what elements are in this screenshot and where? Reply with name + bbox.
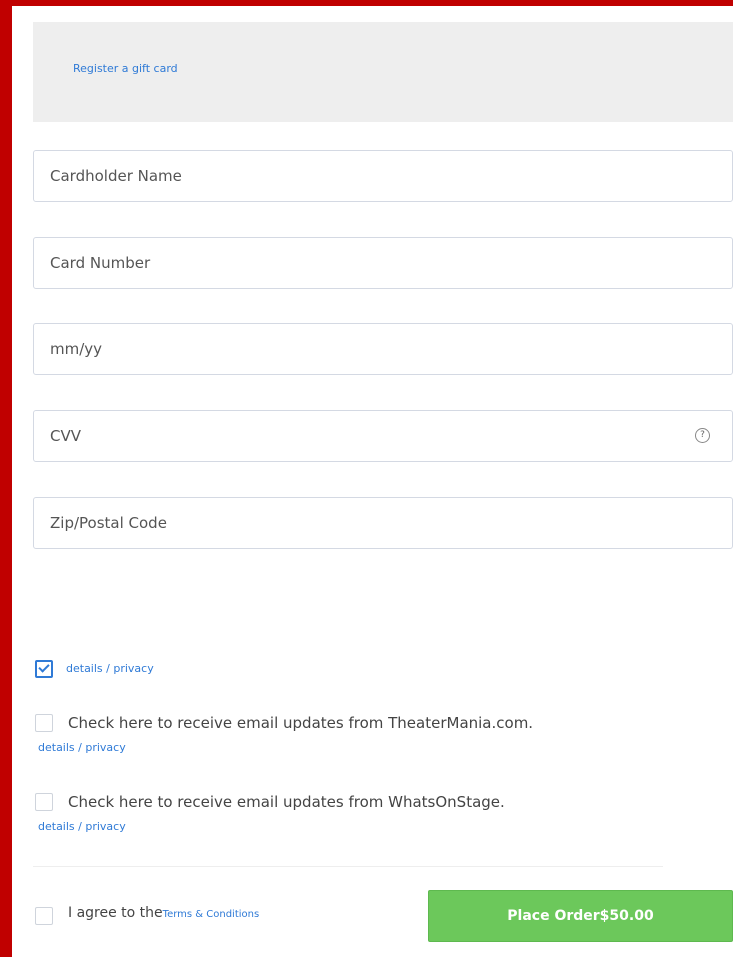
card-number-input[interactable]: [34, 238, 732, 288]
whatsonstage-email-label: Check here to receive email updates from…: [68, 793, 505, 811]
place-order-button[interactable]: Place Order$50.00: [428, 890, 733, 942]
terms-prefix: I agree to the: [68, 905, 163, 921]
page-frame: [0, 0, 733, 957]
register-gift-card-link[interactable]: Register a gift card: [73, 62, 178, 75]
whatsonstage-details-privacy-link[interactable]: details / privacy: [38, 820, 126, 833]
cardholder-name-field: [33, 150, 733, 202]
zip-input[interactable]: [34, 498, 732, 548]
expiry-input[interactable]: [34, 324, 732, 374]
terms-agreement: I agree to theTerms & Conditions: [68, 905, 259, 921]
cardholder-name-input[interactable]: [34, 151, 732, 201]
divider: [33, 866, 663, 867]
gift-card-panel: Register a gift card: [33, 22, 733, 122]
details-privacy-link[interactable]: details / privacy: [66, 662, 154, 675]
cvv-input[interactable]: [34, 411, 732, 461]
checkmark-icon: [38, 661, 50, 673]
whatsonstage-email-checkbox[interactable]: [35, 793, 53, 811]
terms-conditions-link[interactable]: Terms & Conditions: [163, 909, 260, 920]
zip-field: [33, 497, 733, 549]
card-number-field: [33, 237, 733, 289]
theatermania-email-label: Check here to receive email updates from…: [68, 714, 534, 732]
question-icon[interactable]: ?: [695, 428, 710, 443]
terms-checkbox[interactable]: [35, 907, 53, 925]
theatermania-email-checkbox[interactable]: [35, 714, 53, 732]
expiry-field: [33, 323, 733, 375]
consent-checkbox-checked[interactable]: [35, 660, 53, 678]
theatermania-details-privacy-link[interactable]: details / privacy: [38, 741, 126, 754]
cvv-field: ?: [33, 410, 733, 462]
